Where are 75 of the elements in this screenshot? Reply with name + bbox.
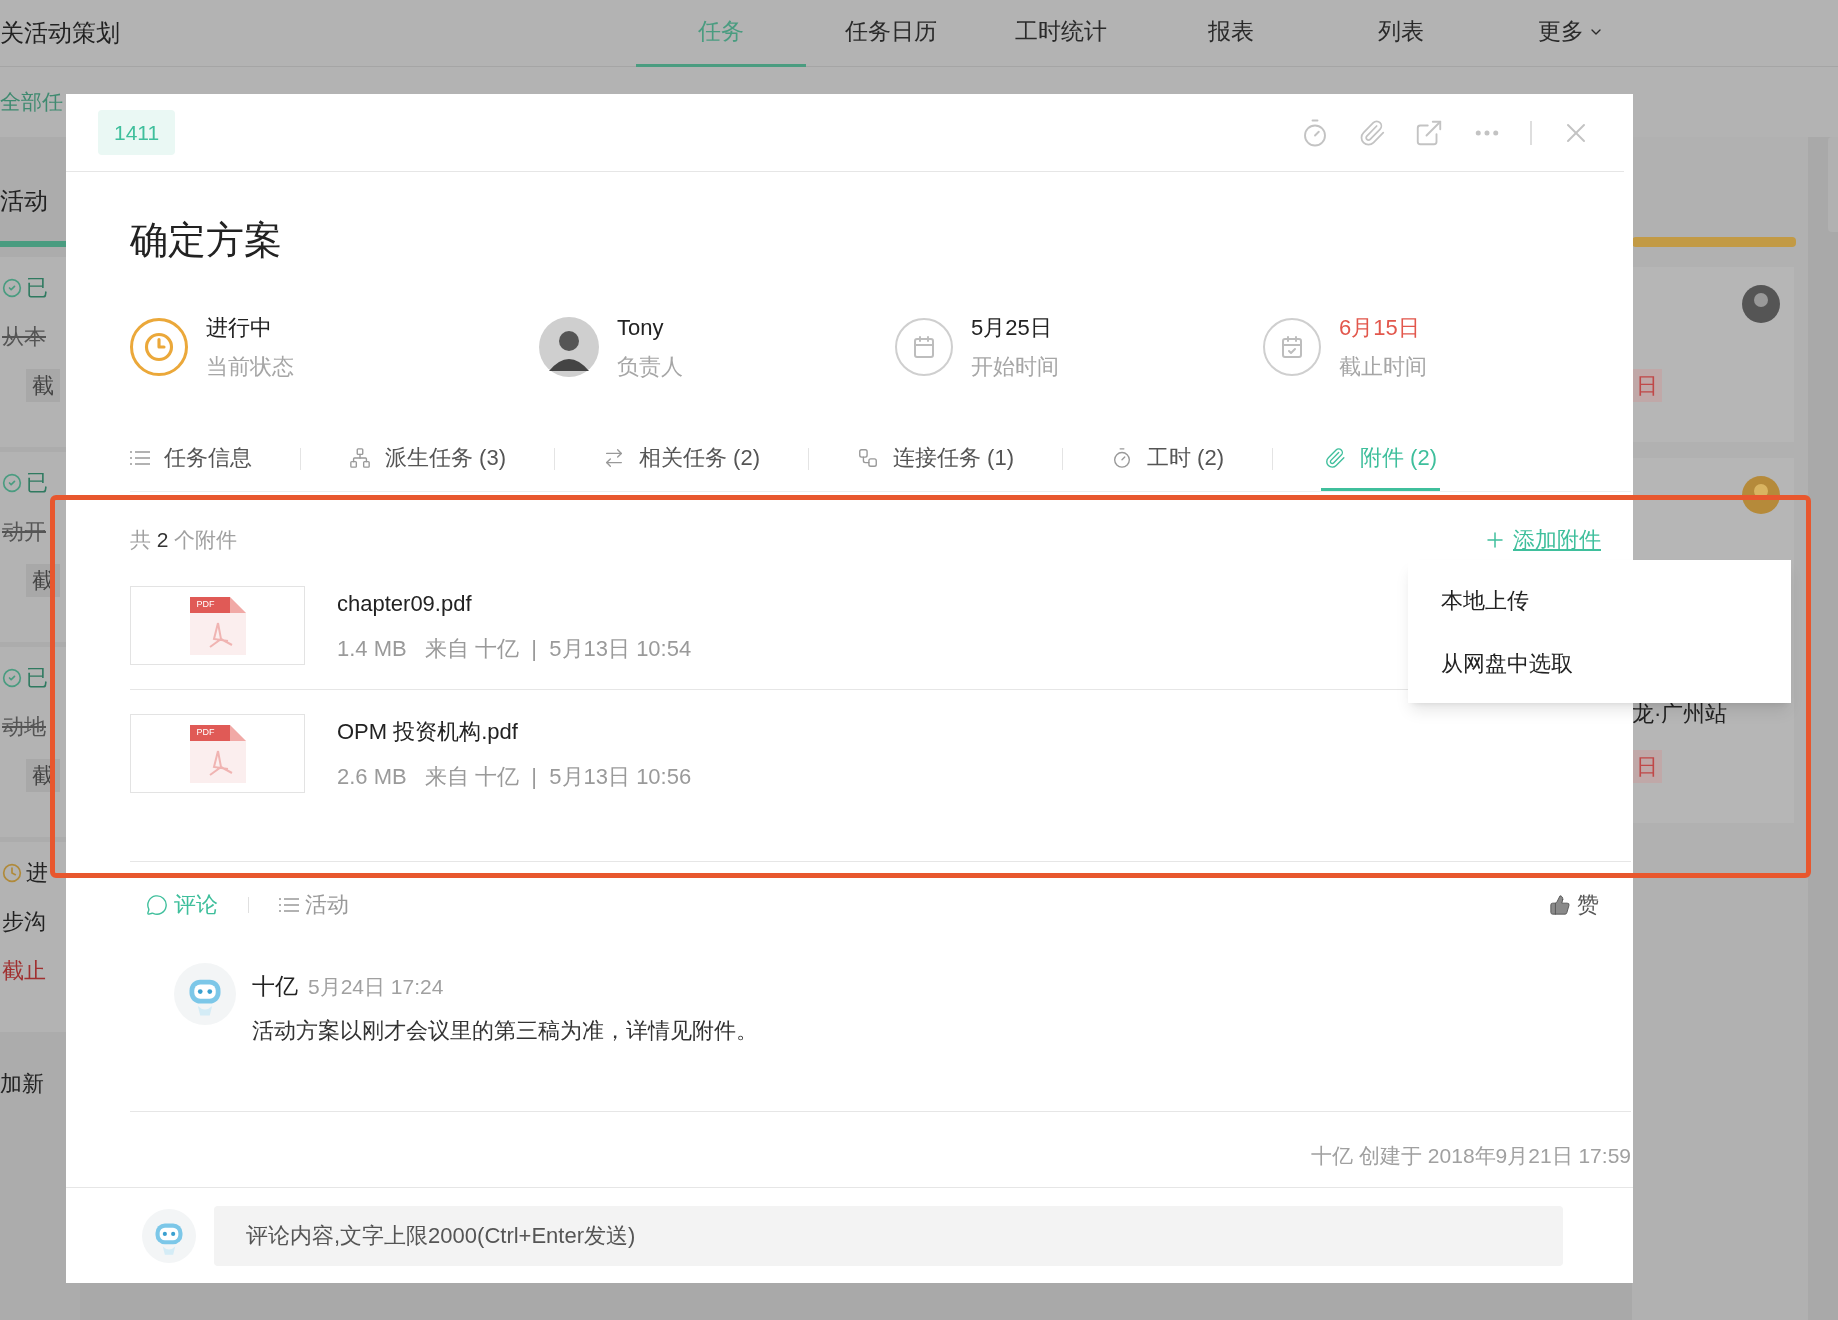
- avatar-icon: [1742, 476, 1780, 514]
- column-title: 活动: [0, 186, 49, 216]
- arrows-icon: [603, 446, 625, 469]
- calendar-check-icon: [1263, 318, 1321, 376]
- check-circle-icon: [2, 472, 22, 493]
- nav-tab[interactable]: 更多: [1486, 0, 1656, 67]
- clock-icon: [130, 318, 188, 376]
- comment-text: 活动方案以刚才会议里的第三稿为准，详情见附件。: [252, 1016, 758, 1045]
- detail-tab[interactable]: 工时 (2): [1111, 427, 1224, 491]
- comment-time: 5月24日 17:24: [308, 974, 444, 1000]
- info-label: 负责人: [617, 353, 683, 381]
- attachment-row[interactable]: PDF OPM 投资机构.pdf 2.6 MB 来自 十亿 | 5月13日 10:56: [130, 690, 1631, 817]
- card-status: 已: [26, 664, 48, 692]
- like-button[interactable]: 赞: [1549, 888, 1599, 921]
- pdf-file-icon: [187, 722, 248, 785]
- project-title: 关活动策划: [0, 18, 121, 48]
- comment-author: 十亿: [252, 972, 298, 1001]
- nav-tab[interactable]: 任务日历: [806, 0, 976, 67]
- due-tag: 日: [1632, 369, 1662, 402]
- file-type-label: PDF: [196, 598, 215, 609]
- info-value: 进行中: [206, 314, 273, 342]
- nav-tab[interactable]: 列表: [1316, 0, 1486, 67]
- card-title: 从本: [2, 323, 47, 351]
- task-id-badge: 1411: [98, 109, 176, 156]
- file-type-label: PDF: [196, 726, 215, 737]
- comment-icon: [146, 893, 168, 916]
- detail-tab[interactable]: 派生任务 (3): [349, 427, 506, 491]
- avatar-icon: [539, 317, 599, 377]
- clock-icon: [2, 862, 22, 883]
- workflow-icon: [857, 446, 879, 469]
- card-status: 进: [26, 859, 48, 887]
- pdf-file-icon: [187, 594, 248, 657]
- due-tag: 截: [26, 369, 60, 402]
- file-name[interactable]: OPM 投资机构.pdf: [337, 714, 692, 748]
- info-value: Tony: [617, 314, 665, 342]
- info-value: 5月25日: [971, 314, 1053, 342]
- hierarchy-icon: [349, 446, 371, 469]
- file-thumbnail[interactable]: PDF: [130, 714, 305, 793]
- attachment-icon[interactable]: [1358, 118, 1386, 147]
- card-status: 已: [26, 274, 48, 302]
- detail-tab[interactable]: 任务信息: [130, 427, 252, 491]
- robot-avatar-icon: [174, 963, 236, 1025]
- file-meta: 1.4 MB 来自 十亿 | 5月13日 10:54: [337, 634, 692, 663]
- robot-avatar-icon: [142, 1208, 196, 1263]
- check-circle-icon: [2, 667, 22, 688]
- timer-icon: [1111, 446, 1133, 469]
- check-circle-icon: [2, 277, 22, 298]
- paperclip-icon: [1324, 446, 1346, 469]
- due-tag: 日: [1632, 750, 1662, 783]
- task-title: 确定方案: [130, 218, 283, 263]
- card-title: 龙·广州站: [1632, 700, 1729, 728]
- file-name[interactable]: chapter09.pdf: [337, 586, 692, 620]
- card-title: 动地: [2, 713, 47, 741]
- file-meta: 2.6 MB 来自 十亿 | 5月13日 10:56: [337, 762, 692, 791]
- avatar-icon: [1742, 285, 1780, 323]
- card-title: 动开: [2, 518, 47, 546]
- nav-tab[interactable]: 报表: [1146, 0, 1316, 67]
- info-label: 当前状态: [206, 353, 294, 381]
- created-info: 十亿 创建于 2018年9月21日 17:59: [1311, 1142, 1631, 1169]
- thumbs-up-icon: [1549, 893, 1571, 916]
- calendar-icon: [895, 318, 953, 376]
- detail-tab[interactable]: 相关任务 (2): [603, 427, 760, 491]
- card-status: 已: [26, 469, 48, 497]
- list-icon: [279, 897, 299, 912]
- info-label: 开始时间: [971, 353, 1059, 381]
- due-date: 截止: [2, 957, 47, 985]
- card-title: 步沟: [2, 908, 47, 936]
- info-label: 截止时间: [1339, 353, 1427, 381]
- nav-tab[interactable]: 工时统计: [976, 0, 1146, 67]
- detail-tab[interactable]: 连接任务 (1): [857, 427, 1014, 491]
- attachment-count: 共 2 个附件: [130, 526, 238, 553]
- comment-input[interactable]: 评论内容,文字上限2000(Ctrl+Enter发送): [214, 1205, 1563, 1266]
- info-value: 6月15日: [1339, 314, 1421, 342]
- list-icon: [130, 450, 150, 465]
- file-thumbnail[interactable]: PDF: [130, 586, 305, 665]
